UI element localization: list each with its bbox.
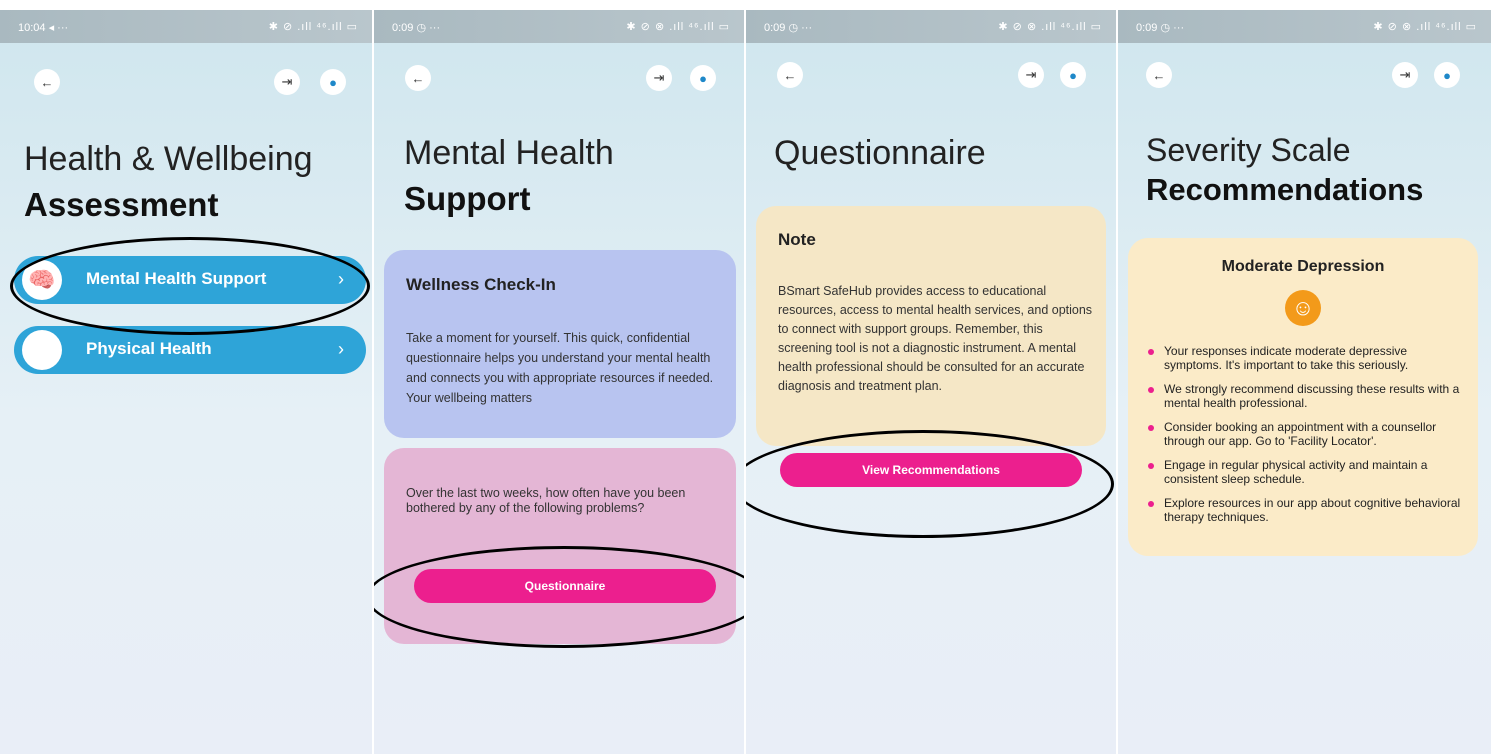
back-button[interactable]: ← — [34, 69, 60, 95]
logout-button[interactable]: ⇥ — [1392, 62, 1418, 88]
status-icons: ✱ ⊘ ⊗ .ıll ⁴⁶.ıll ▭ — [998, 21, 1102, 33]
arrow-left-icon: ← — [40, 74, 54, 90]
page-title: Questionnaire — [774, 134, 986, 172]
user-icon: ● — [329, 74, 337, 90]
page-title: Mental Health — [404, 134, 614, 172]
user-icon: ● — [1443, 67, 1451, 83]
logout-button[interactable]: ⇥ — [1018, 62, 1044, 88]
user-icon: ● — [1069, 67, 1077, 83]
recommendation-item: We strongly recommend discussing these r… — [1148, 382, 1466, 410]
logout-icon: ⇥ — [653, 70, 665, 85]
status-time: 0:09 ◷ ··· — [392, 22, 441, 34]
logout-button[interactable]: ⇥ — [646, 65, 672, 91]
recommendation-item: Consider booking an appointment with a c… — [1148, 420, 1466, 448]
heart-hand-icon: ❤ — [22, 330, 62, 370]
highlight-ellipse — [374, 546, 744, 648]
screen-mental-health-support: 0:09 ◷ ··· ✱ ⊘ ⊗ .ıll ⁴⁶.ıll ▭ ← ⇥ ● Men… — [374, 10, 744, 754]
highlight-ellipse — [10, 237, 370, 335]
page-title-bold: Support — [404, 180, 531, 217]
arrow-left-icon: ← — [1152, 67, 1166, 83]
chevron-right-icon: › — [338, 339, 344, 359]
status-bar: 0:09 ◷ ··· ✱ ⊘ ⊗ .ıll ⁴⁶.ıll ▭ — [374, 10, 744, 43]
logout-icon: ⇥ — [1025, 67, 1037, 82]
status-time: 10:04 ◂ ··· — [18, 22, 69, 34]
recommendation-item: Explore resources in our app about cogni… — [1148, 496, 1466, 524]
back-button[interactable]: ← — [405, 65, 431, 91]
status-icons: ✱ ⊘ ⊗ .ıll ⁴⁶.ıll ▭ — [626, 21, 730, 33]
note-title: Note — [778, 230, 816, 249]
page-title-bold: Recommendations — [1146, 172, 1424, 207]
recommendation-item: Your responses indicate moderate depress… — [1148, 344, 1466, 372]
profile-button[interactable]: ● — [1434, 62, 1460, 88]
severity-card: Moderate Depression ☺ Your responses ind… — [1128, 238, 1478, 556]
status-time: 0:09 ◷ ··· — [764, 22, 813, 34]
back-button[interactable]: ← — [1146, 62, 1172, 88]
note-text: BSmart SafeHub provides access to educat… — [778, 284, 1093, 393]
question-text: Over the last two weeks, how often have … — [406, 486, 686, 515]
screen-recommendations: 0:09 ◷ ··· ✱ ⊘ ⊗ .ıll ⁴⁶.ıll ▭ ← ⇥ ● Sev… — [1118, 10, 1491, 754]
profile-button[interactable]: ● — [320, 69, 346, 95]
screen-questionnaire: 0:09 ◷ ··· ✱ ⊘ ⊗ .ıll ⁴⁶.ıll ▭ ← ⇥ ● Que… — [746, 10, 1116, 754]
wellness-checkin-card: Wellness Check-In Take a moment for your… — [384, 250, 736, 438]
recommendation-list: Your responses indicate moderate depress… — [1148, 344, 1466, 534]
page-title: Health & Wellbeing — [24, 140, 313, 178]
arrow-left-icon: ← — [783, 67, 797, 83]
profile-button[interactable]: ● — [690, 65, 716, 91]
page-title-bold: Assessment — [24, 186, 219, 223]
highlight-ellipse — [746, 430, 1114, 538]
smiley-icon: ☺ — [1285, 290, 1321, 326]
note-card: Note BSmart SafeHub provides access to e… — [756, 206, 1106, 446]
status-bar: 10:04 ◂ ··· ✱ ⊘ .ıll ⁴⁶.ıll ▭ — [0, 10, 372, 43]
logout-button[interactable]: ⇥ — [274, 69, 300, 95]
menu-label: Physical Health — [86, 339, 212, 358]
logout-icon: ⇥ — [1399, 67, 1411, 82]
status-bar: 0:09 ◷ ··· ✱ ⊘ ⊗ .ıll ⁴⁶.ıll ▭ — [1118, 10, 1491, 43]
card-text: Take a moment for yourself. This quick, … — [406, 331, 714, 405]
status-icons: ✱ ⊘ ⊗ .ıll ⁴⁶.ıll ▭ — [1373, 21, 1477, 33]
status-time: 0:09 ◷ ··· — [1136, 22, 1185, 34]
profile-button[interactable]: ● — [1060, 62, 1086, 88]
logout-icon: ⇥ — [281, 74, 293, 89]
severity-title: Moderate Depression — [1221, 258, 1385, 275]
recommendation-item: Engage in regular physical activity and … — [1148, 458, 1466, 486]
user-icon: ● — [699, 70, 707, 86]
status-bar: 0:09 ◷ ··· ✱ ⊘ ⊗ .ıll ⁴⁶.ıll ▭ — [746, 10, 1116, 43]
card-title: Wellness Check-In — [406, 275, 556, 294]
arrow-left-icon: ← — [411, 70, 425, 86]
screen-assessment: 10:04 ◂ ··· ✱ ⊘ .ıll ⁴⁶.ıll ▭ ← ⇥ ● Heal… — [0, 10, 372, 754]
back-button[interactable]: ← — [777, 62, 803, 88]
page-title: Severity Scale — [1146, 132, 1351, 168]
status-icons: ✱ ⊘ .ıll ⁴⁶.ıll ▭ — [268, 21, 358, 33]
